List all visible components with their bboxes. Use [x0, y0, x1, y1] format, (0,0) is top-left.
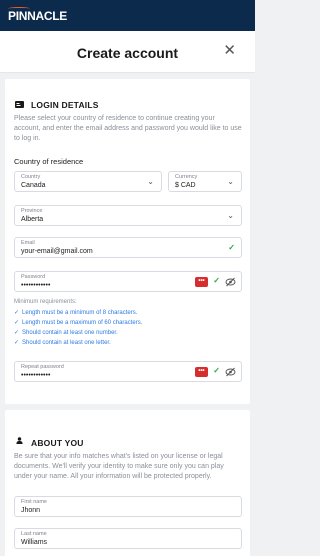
valid-check-icon: ✓: [213, 366, 220, 375]
chevron-down-icon: ⌄: [227, 211, 234, 220]
requirement-item: ✓ Length must be a maximum of 60 characte…: [14, 320, 143, 326]
valid-check-icon: ✓: [213, 276, 220, 285]
repeat-password-field[interactable]: Repeat password •••••••••••• ••• ✓: [14, 361, 242, 382]
section-title: LOGIN DETAILS: [31, 100, 99, 110]
password-generator-button[interactable]: •••: [195, 277, 208, 287]
section-title: ABOUT YOU: [31, 438, 84, 448]
close-icon[interactable]: ✕: [223, 43, 236, 58]
field-label: Currency: [175, 174, 198, 180]
currency-select[interactable]: Currency $ CAD ⌄: [168, 171, 242, 192]
province-select[interactable]: Province Alberta ⌄: [14, 205, 242, 226]
requirements-title: Minimum requirements:: [14, 299, 77, 305]
about-you-section: ABOUT YOU Be sure that your info matches…: [5, 410, 250, 556]
field-value: ••••••••••••: [21, 282, 51, 289]
page-title: Create account: [76, 45, 179, 61]
section-description: Please select your country of residence …: [14, 115, 242, 142]
field-value: ••••••••••••: [21, 372, 51, 379]
pinnacle-logo[interactable]: PINNACLE: [8, 9, 67, 23]
password-generator-button[interactable]: •••: [195, 367, 208, 377]
top-bar: PINNACLE: [0, 0, 255, 31]
requirement-item: ✓ Length must be a minimum of 8 character…: [14, 310, 138, 316]
field-label: Email: [21, 240, 35, 246]
id-card-icon: [15, 101, 24, 108]
section-description: Be sure that your info matches what's li…: [14, 453, 224, 480]
eye-off-icon[interactable]: [225, 277, 236, 287]
eye-off-icon[interactable]: [225, 367, 236, 377]
field-label: Country: [21, 174, 41, 180]
requirement-item: ✓ Should contain at least one number.: [14, 330, 118, 336]
field-label: Repeat password: [21, 364, 64, 370]
password-field[interactable]: Password •••••••••••• ••• ✓: [14, 271, 242, 292]
field-value: Jhonn: [21, 507, 41, 514]
field-label: First name: [21, 499, 47, 505]
country-heading: Country of residence: [14, 157, 84, 166]
valid-check-icon: ✓: [228, 243, 235, 252]
last-name-field[interactable]: Last name Williams: [14, 528, 242, 549]
first-name-field[interactable]: First name Jhonn: [14, 496, 242, 517]
email-field[interactable]: Email your-email@gmail.com ✓: [14, 237, 242, 258]
field-label: Province: [21, 208, 43, 214]
login-details-section: LOGIN DETAILS Please select your country…: [5, 79, 250, 404]
chevron-down-icon: ⌄: [147, 177, 154, 186]
chevron-down-icon: ⌄: [227, 177, 234, 186]
modal-header: Create account ✕: [0, 31, 255, 73]
person-icon: [16, 437, 23, 444]
requirement-item: ✓ Should contain at least one letter.: [14, 340, 111, 346]
field-label: Password: [21, 274, 46, 280]
field-value: Canada: [21, 182, 46, 189]
field-value: your-email@gmail.com: [21, 248, 93, 255]
field-value: $ CAD: [175, 182, 196, 189]
field-value: Alberta: [21, 216, 44, 223]
field-label: Last name: [21, 531, 47, 537]
country-select[interactable]: Country Canada ⌄: [14, 171, 162, 192]
field-value: Williams: [21, 539, 48, 546]
